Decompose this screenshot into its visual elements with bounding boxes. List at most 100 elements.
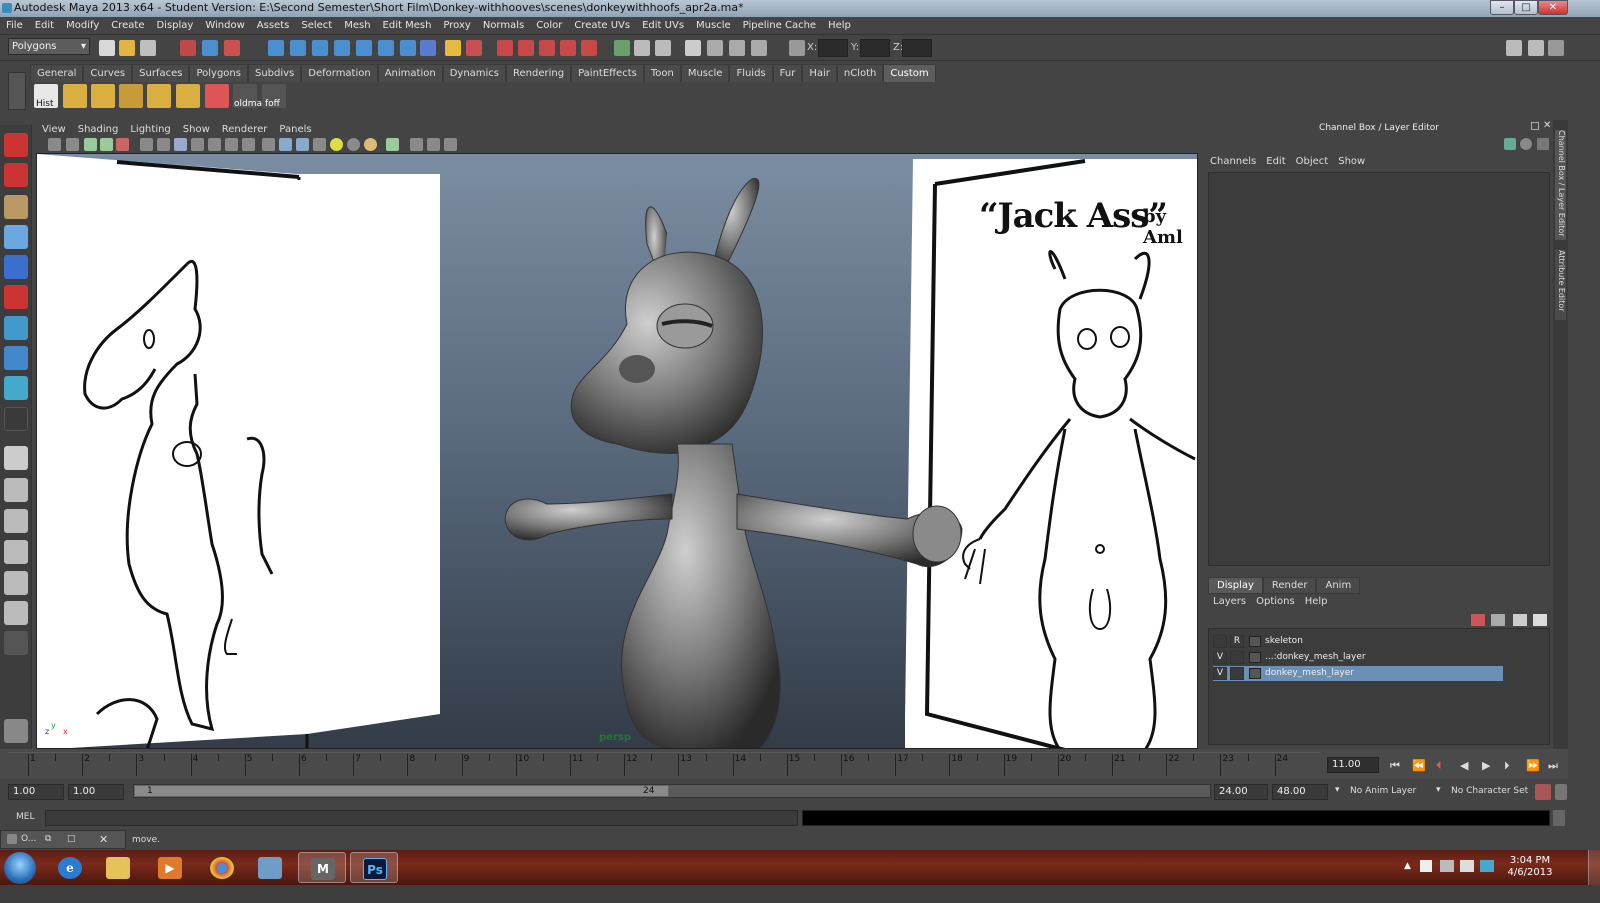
use-all-lights-icon[interactable] xyxy=(330,138,343,151)
menu-edit[interactable]: Edit xyxy=(29,17,60,35)
channel-box-icon[interactable] xyxy=(1548,40,1564,56)
shelf-tab-general[interactable]: General xyxy=(30,64,84,83)
last-tool-icon[interactable] xyxy=(4,407,28,431)
layer-menu-options[interactable]: Options xyxy=(1251,594,1300,610)
persp-hypershade-layout-icon[interactable] xyxy=(4,571,28,595)
select-camera-icon[interactable] xyxy=(48,138,61,151)
menu-create-uvs[interactable]: Create UVs xyxy=(568,17,636,35)
lock-icon[interactable] xyxy=(445,40,461,56)
textured-icon[interactable] xyxy=(313,138,326,151)
network-icon[interactable] xyxy=(1440,860,1454,872)
lasso-tool-icon[interactable] xyxy=(4,163,28,187)
select-component-icon[interactable] xyxy=(224,40,240,56)
panel-menu-lighting[interactable]: Lighting xyxy=(124,122,176,137)
panel-menu-show[interactable]: Show xyxy=(177,122,216,137)
shelf-tab-curves[interactable]: Curves xyxy=(83,64,133,83)
construction-history-icon[interactable] xyxy=(400,40,416,56)
show-desktop-button[interactable] xyxy=(1588,850,1600,885)
menu-create[interactable]: Create xyxy=(105,17,150,35)
image-plane-icon[interactable] xyxy=(100,138,113,151)
menu-select[interactable]: Select xyxy=(295,17,338,35)
two-d-pan-zoom-icon[interactable] xyxy=(116,138,129,151)
four-view-layout-icon[interactable] xyxy=(4,478,28,502)
layer-row-skeleton[interactable]: R skeleton xyxy=(1213,634,1503,649)
attribute-editor-icon[interactable] xyxy=(1506,40,1522,56)
layer-display-type-toggle[interactable] xyxy=(1230,667,1244,680)
taskbar-maya[interactable]: M xyxy=(298,852,346,883)
cb-menu-channels[interactable]: Channels xyxy=(1205,156,1261,167)
anim-start-field[interactable]: 1.00 xyxy=(68,784,124,800)
menu-modify[interactable]: Modify xyxy=(60,17,105,35)
layer-visibility-toggle[interactable] xyxy=(1213,635,1227,648)
speed-icon[interactable] xyxy=(1520,138,1532,150)
volume-icon[interactable] xyxy=(1460,860,1474,872)
character-set-dropdown[interactable]: No Character Set xyxy=(1451,786,1528,796)
layer-color-swatch[interactable] xyxy=(1249,668,1261,679)
command-language-toggle[interactable]: MEL xyxy=(16,812,34,822)
shelf-tab-ncloth[interactable]: nCloth xyxy=(836,64,884,83)
transform-mode-icon[interactable] xyxy=(789,40,805,56)
xray-components-icon[interactable] xyxy=(444,138,457,151)
step-forward-frame-icon[interactable]: ⏩ xyxy=(1526,759,1540,772)
shelf-tab-subdivs[interactable]: Subdivs xyxy=(247,64,302,83)
layer-visibility-toggle[interactable]: V xyxy=(1213,651,1227,664)
menu-mesh[interactable]: Mesh xyxy=(338,17,376,35)
menu-set-dropdown[interactable]: Polygons ▾ xyxy=(8,38,90,55)
menu-proxy[interactable]: Proxy xyxy=(437,17,476,35)
step-back-key-icon[interactable]: ⏴ xyxy=(1436,759,1442,773)
anim-layer-dropdown[interactable]: No Anim Layer xyxy=(1350,786,1416,796)
input-line-icon[interactable] xyxy=(614,40,630,56)
bookmarks-icon[interactable] xyxy=(84,138,97,151)
taskbar-window-manager[interactable] xyxy=(246,852,294,883)
layer-tab-anim[interactable]: Anim xyxy=(1316,577,1361,594)
start-time-field[interactable]: 1.00 xyxy=(8,784,64,800)
restore-icon[interactable]: ⧉ xyxy=(45,831,51,848)
modeling-toolkit-icon[interactable] xyxy=(685,40,701,56)
scale-tool-icon[interactable] xyxy=(4,285,28,309)
layer-row-donkey-mesh-selected[interactable]: V donkey_mesh_layer xyxy=(1213,666,1503,681)
minimize-button[interactable]: – xyxy=(1490,0,1514,15)
tool-settings-toggle-icon[interactable] xyxy=(729,40,745,56)
shelf-button-render-icon[interactable] xyxy=(205,84,229,108)
shelf-tab-polygons[interactable]: Polygons xyxy=(189,64,248,83)
layer-display-type-toggle[interactable]: R xyxy=(1230,635,1244,648)
preferences-icon[interactable] xyxy=(1555,784,1567,800)
y-field[interactable] xyxy=(860,39,890,57)
tool-settings-icon[interactable] xyxy=(1528,40,1544,56)
layer-menu-help[interactable]: Help xyxy=(1300,594,1333,610)
select-tool-icon[interactable] xyxy=(4,133,28,157)
safe-action-icon[interactable] xyxy=(225,138,238,151)
maximize-button[interactable]: □ xyxy=(1514,0,1538,15)
rotate-tool-icon[interactable] xyxy=(4,255,28,279)
high-quality-icon[interactable] xyxy=(364,138,377,151)
snap-view-plane-icon[interactable] xyxy=(334,40,350,56)
command-input[interactable] xyxy=(45,810,798,826)
safe-title-icon[interactable] xyxy=(242,138,255,151)
gate-mask-icon[interactable] xyxy=(191,138,204,151)
new-layer-from-selected-icon[interactable] xyxy=(1471,614,1485,626)
persp-uv-layout-icon[interactable] xyxy=(4,601,28,625)
snap-grid-icon[interactable] xyxy=(268,40,284,56)
float-panel-icon[interactable] xyxy=(1531,122,1539,130)
menu-display[interactable]: Display xyxy=(150,17,199,35)
menu-help[interactable]: Help xyxy=(822,17,857,35)
layer-down-icon[interactable] xyxy=(1533,614,1547,626)
cb-menu-object[interactable]: Object xyxy=(1291,156,1334,167)
make-live-icon[interactable] xyxy=(356,40,372,56)
close-icon[interactable]: ✕ xyxy=(99,831,108,848)
menu-file[interactable]: File xyxy=(0,17,29,35)
grid-icon[interactable] xyxy=(140,138,153,151)
paint-select-tool-icon[interactable] xyxy=(4,195,28,219)
auto-key-icon[interactable] xyxy=(1535,784,1551,800)
shelf-button-uv-2[interactable] xyxy=(91,84,115,108)
snap-point-icon[interactable] xyxy=(312,40,328,56)
show-manipulator-icon[interactable] xyxy=(4,376,28,400)
layer-visibility-toggle[interactable]: V xyxy=(1213,667,1227,680)
taskbar-photoshop[interactable]: Ps xyxy=(350,852,398,883)
layer-display-type-toggle[interactable] xyxy=(1230,651,1244,664)
new-empty-layer-icon[interactable] xyxy=(1491,614,1505,626)
menu-normals[interactable]: Normals xyxy=(477,17,530,35)
z-field[interactable] xyxy=(902,39,932,57)
play-forwards-icon[interactable]: ▶ xyxy=(1482,759,1490,772)
shelf-tab-hair[interactable]: Hair xyxy=(802,64,837,83)
